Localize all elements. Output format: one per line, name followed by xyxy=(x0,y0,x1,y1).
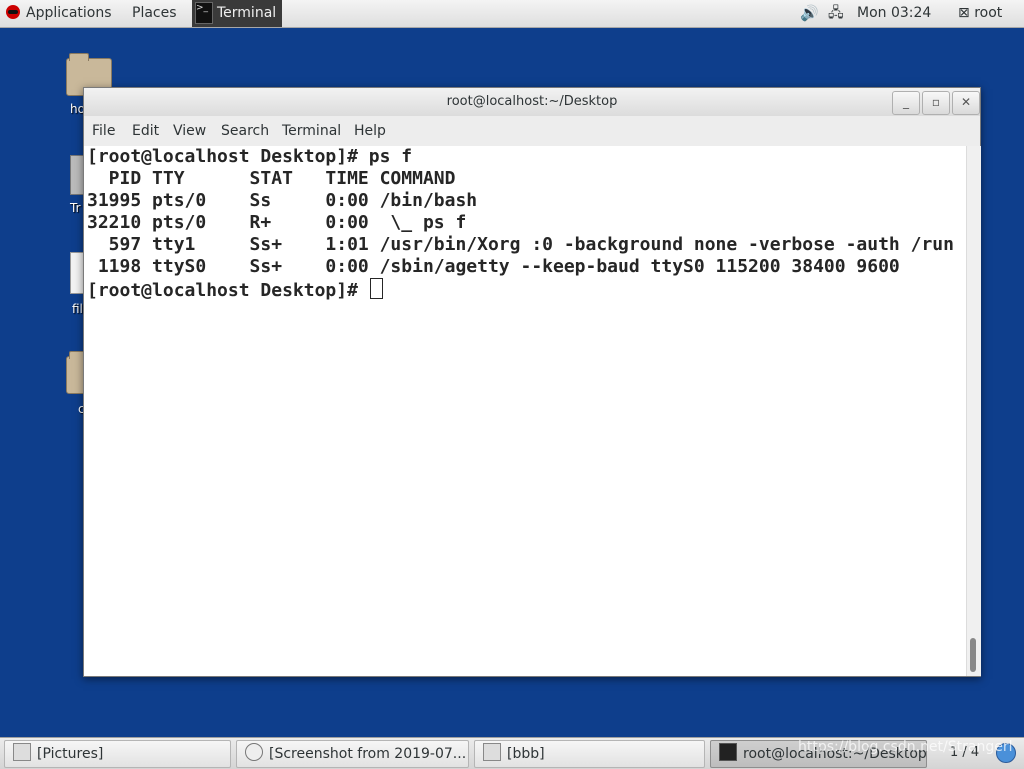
top-panel: Applications Places >_ Terminal 🔊 🖧 Mon 0… xyxy=(0,0,1024,28)
clock[interactable]: Mon 03:24 xyxy=(857,0,931,27)
scrollbar[interactable] xyxy=(966,146,981,676)
window-icon xyxy=(13,743,31,761)
applications-menu[interactable]: Applications xyxy=(6,0,112,27)
applications-label: Applications xyxy=(26,5,112,21)
redhat-logo-icon xyxy=(6,5,20,19)
menubar: File Edit View Search Terminal Help xyxy=(84,116,980,147)
terminal-icon xyxy=(719,743,737,761)
network-icon[interactable]: 🖧 xyxy=(828,0,844,27)
terminal-window: root@localhost:~/Desktop _ ▫ ✕ File Edit… xyxy=(83,87,981,677)
menu-search[interactable]: Search xyxy=(221,116,269,146)
user-label: root xyxy=(974,5,1003,21)
task-label: [Screenshot from 2019-07... xyxy=(269,746,467,762)
maximize-button[interactable]: ▫ xyxy=(922,91,950,115)
window-titlebar[interactable]: root@localhost:~/Desktop _ ▫ ✕ xyxy=(84,88,980,116)
task-bbb[interactable]: [bbb] xyxy=(474,740,705,768)
task-pictures[interactable]: [Pictures] xyxy=(4,740,231,768)
active-app-label: Terminal xyxy=(217,5,277,21)
close-button[interactable]: ✕ xyxy=(952,91,980,115)
user-menu[interactable]: ⊠ root xyxy=(958,0,1002,27)
terminal-line: PID TTY STAT TIME COMMAND xyxy=(87,168,456,189)
task-screenshot[interactable]: [Screenshot from 2019-07... xyxy=(236,740,469,768)
terminal-output[interactable]: [root@localhost Desktop]# ps f PID TTY S… xyxy=(84,146,966,676)
terminal-line: [root@localhost Desktop]# ps f xyxy=(87,146,413,167)
terminal-line: 597 tty1 Ss+ 1:01 /usr/bin/Xorg :0 -back… xyxy=(87,234,954,255)
menu-file[interactable]: File xyxy=(92,116,115,146)
volume-icon[interactable]: 🔊 xyxy=(800,0,819,27)
desktop-icon-label: fil xyxy=(72,302,83,316)
window-icon xyxy=(483,743,501,761)
window-title: root@localhost:~/Desktop xyxy=(446,94,618,109)
watermark-text: https://blog.csdn.net/Strangerl xyxy=(798,739,1013,755)
user-icon: ⊠ xyxy=(958,5,970,21)
task-label: [bbb] xyxy=(507,746,545,762)
menu-terminal[interactable]: Terminal xyxy=(282,116,341,146)
image-viewer-icon xyxy=(245,743,263,761)
active-app-terminal[interactable]: >_ Terminal xyxy=(192,0,282,27)
terminal-line: 32210 pts/0 R+ 0:00 \_ ps f xyxy=(87,212,467,233)
terminal-prompt: [root@localhost Desktop]# xyxy=(87,280,369,301)
menu-edit[interactable]: Edit xyxy=(132,116,159,146)
scrollbar-thumb[interactable] xyxy=(970,638,976,672)
terminal-line: 31995 pts/0 Ss 0:00 /bin/bash xyxy=(87,190,478,211)
menu-view[interactable]: View xyxy=(173,116,206,146)
minimize-button[interactable]: _ xyxy=(892,91,920,115)
text-cursor xyxy=(369,278,383,299)
menu-help[interactable]: Help xyxy=(354,116,386,146)
places-menu[interactable]: Places xyxy=(132,0,177,27)
task-label: [Pictures] xyxy=(37,746,104,762)
terminal-icon: >_ xyxy=(195,2,213,24)
desktop-icon-label: Tr xyxy=(70,201,81,215)
terminal-prompt-line: [root@localhost Desktop]# xyxy=(87,278,383,302)
terminal-line: 1198 ttyS0 Ss+ 0:00 /sbin/agetty --keep-… xyxy=(87,256,900,277)
